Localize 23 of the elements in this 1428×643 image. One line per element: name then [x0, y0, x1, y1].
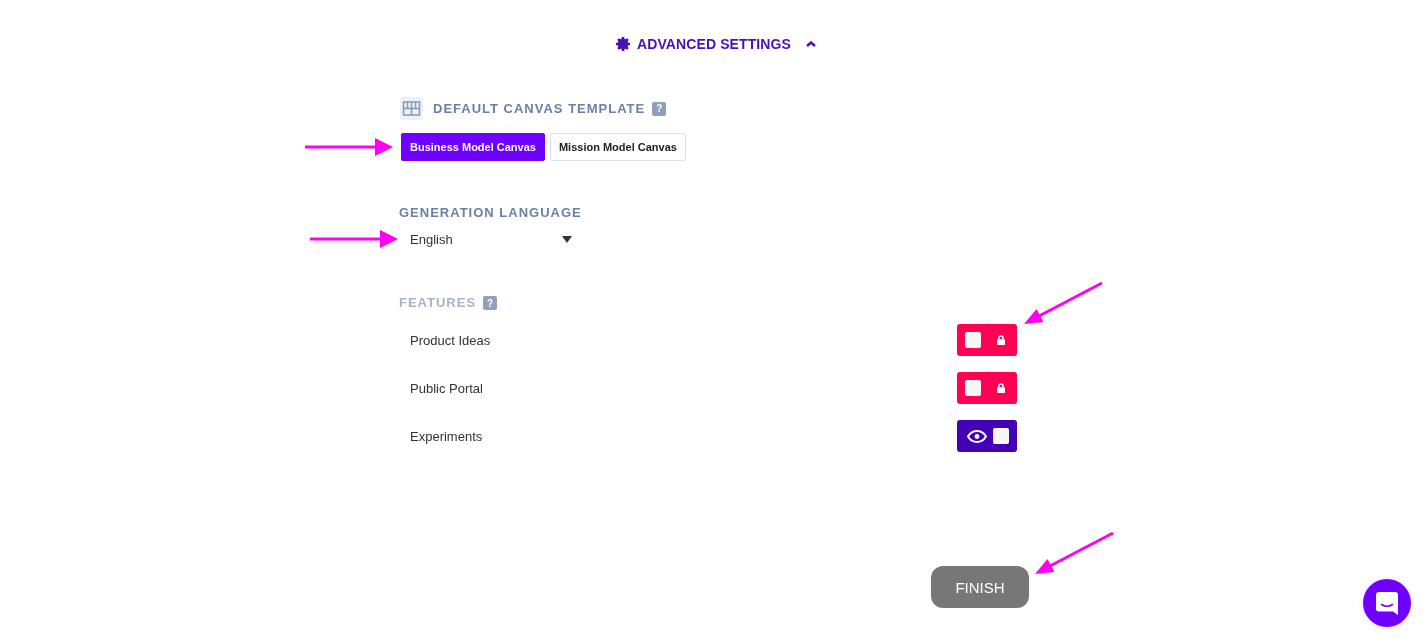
section-heading: GENERATION LANGUAGE [399, 205, 582, 221]
section-heading: DEFAULT CANVAS TEMPLATE [433, 100, 646, 117]
layout-grid-icon [400, 97, 423, 120]
toggle-thumb [993, 428, 1009, 444]
feature-toggle[interactable] [957, 372, 1017, 404]
feature-label: Experiments [410, 428, 483, 444]
toggle-thumb [965, 332, 981, 348]
template-option-button[interactable]: Business Model Canvas [401, 133, 545, 161]
advanced-settings-toggle[interactable]: ADVANCED SETTINGS [616, 32, 816, 56]
feature-toggle[interactable] [957, 324, 1017, 356]
chat-launcher-button[interactable] [1363, 579, 1411, 627]
feature-label: Public Portal [410, 380, 483, 396]
chevron-icon [805, 41, 816, 47]
caret-icon [562, 235, 572, 243]
feature-toggle[interactable] [957, 420, 1017, 452]
settings-icon [616, 37, 631, 51]
chat-bubble-icon [1376, 591, 1398, 615]
language-dropdown[interactable]: English [399, 227, 579, 251]
finish-button[interactable]: FINISH [931, 566, 1029, 608]
toggle-thumb [965, 380, 981, 396]
template-option-button[interactable]: Mission Model Canvas [549, 133, 686, 161]
section-heading: FEATURES [399, 295, 477, 311]
feature-label: Product Ideas [410, 332, 491, 348]
